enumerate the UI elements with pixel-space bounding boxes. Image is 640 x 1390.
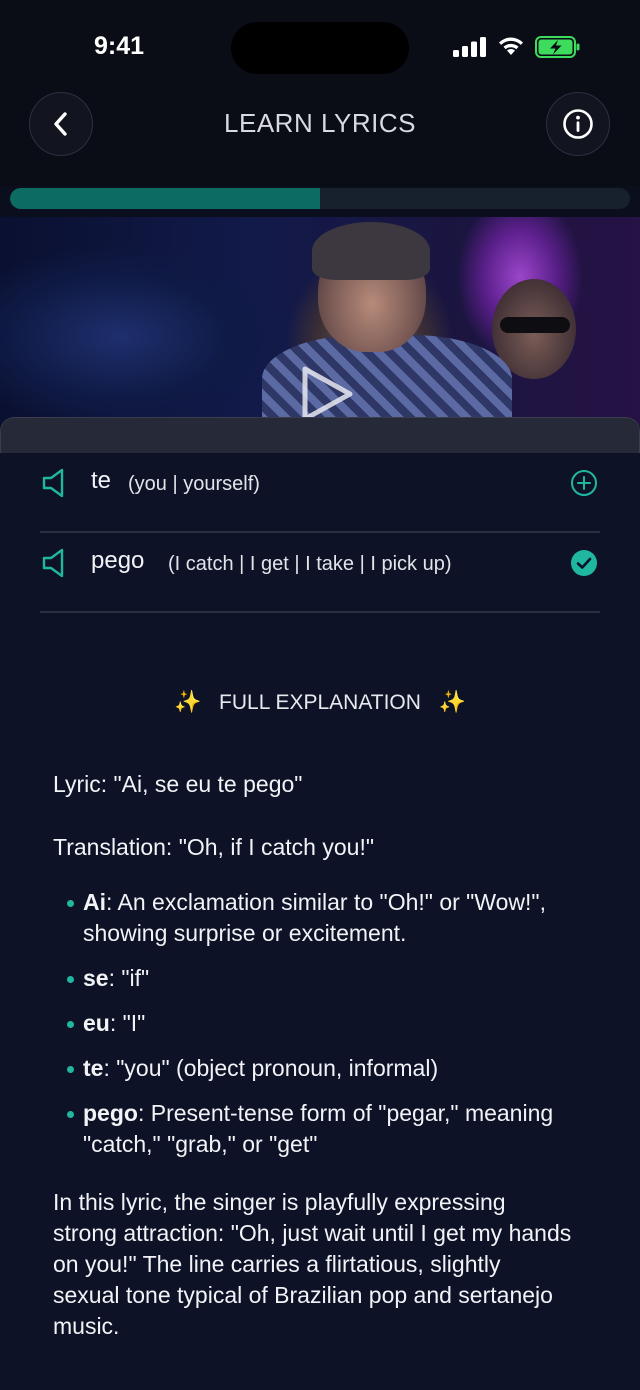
translation-line: Translation: "Oh, if I catch you!" bbox=[53, 834, 375, 860]
dynamic-island bbox=[231, 22, 409, 74]
wifi-icon bbox=[499, 37, 523, 55]
sparkles-icon: ✨ bbox=[174, 689, 202, 714]
breakdown-term: te bbox=[83, 1055, 104, 1081]
breakdown-text: : "if" bbox=[108, 965, 150, 991]
breakdown-term: pego bbox=[83, 1100, 138, 1126]
breakdown-text: : Present-tense form of "pegar," meaning… bbox=[83, 1100, 554, 1157]
full-explanation-title: FULL EXPLANATION bbox=[219, 691, 421, 714]
word-text: pego bbox=[91, 547, 145, 574]
battery-charging-icon bbox=[535, 36, 580, 58]
signal-icon bbox=[453, 37, 486, 57]
lyrics-sheet: te (you | yourself) pego (I catch | I ge… bbox=[0, 417, 640, 1390]
sparkles-icon: ✨ bbox=[438, 689, 466, 714]
list-item: eu: "I" bbox=[67, 1008, 567, 1039]
word-text: te bbox=[91, 467, 112, 494]
list-item: te: "you" (object pronoun, informal) bbox=[67, 1053, 567, 1084]
lyric-line: Lyric: "Ai, se eu te pego" bbox=[53, 771, 303, 797]
info-circle-icon bbox=[563, 109, 593, 139]
breakdown-term: Ai bbox=[83, 889, 106, 915]
full-explanation-heading: ✨ FULL EXPLANATION ✨ bbox=[0, 689, 640, 715]
word-meaning: (I catch | I get | I take | I pick up) bbox=[168, 553, 452, 575]
breakdown-text: : "you" (object pronoun, informal) bbox=[103, 1055, 439, 1081]
video-singer-hair bbox=[312, 222, 430, 280]
breakdown-term: se bbox=[83, 965, 109, 991]
breakdown-text: : An exclamation similar to "Oh!" or "Wo… bbox=[83, 889, 546, 946]
play-icon[interactable] bbox=[300, 365, 356, 423]
page-title: LEARN LYRICS bbox=[224, 108, 416, 138]
add-circle-icon[interactable] bbox=[570, 469, 598, 497]
nav-bar: LEARN LYRICS bbox=[0, 90, 640, 186]
list-item: se: "if" bbox=[67, 963, 567, 994]
check-circle-icon[interactable] bbox=[570, 549, 598, 577]
word-breakdown-list: Ai: An exclamation similar to "Oh!" or "… bbox=[67, 887, 567, 1174]
status-bar: 9:41 bbox=[0, 0, 640, 90]
sheet-handle[interactable] bbox=[0, 417, 640, 453]
video-player[interactable] bbox=[0, 217, 640, 427]
list-item: Ai: An exclamation similar to "Oh!" or "… bbox=[67, 887, 567, 949]
speaker-icon[interactable] bbox=[42, 468, 68, 498]
explanation-summary: In this lyric, the singer is playfully e… bbox=[53, 1189, 572, 1339]
list-item: pego: Present-tense form of "pegar," mea… bbox=[67, 1098, 567, 1160]
word-meaning: (you | yourself) bbox=[128, 473, 260, 495]
progress-fill bbox=[10, 188, 320, 209]
lesson-progress-bar bbox=[10, 188, 630, 209]
word-row[interactable]: te (you | yourself) bbox=[40, 453, 600, 533]
word-row[interactable]: pego (I catch | I get | I take | I pick … bbox=[40, 533, 600, 613]
speaker-icon[interactable] bbox=[42, 548, 68, 578]
status-time: 9:41 bbox=[94, 32, 145, 60]
breakdown-text: : "I" bbox=[109, 1010, 146, 1036]
video-sunglasses bbox=[500, 317, 570, 333]
breakdown-term: eu bbox=[83, 1010, 110, 1036]
info-button[interactable] bbox=[546, 92, 610, 156]
